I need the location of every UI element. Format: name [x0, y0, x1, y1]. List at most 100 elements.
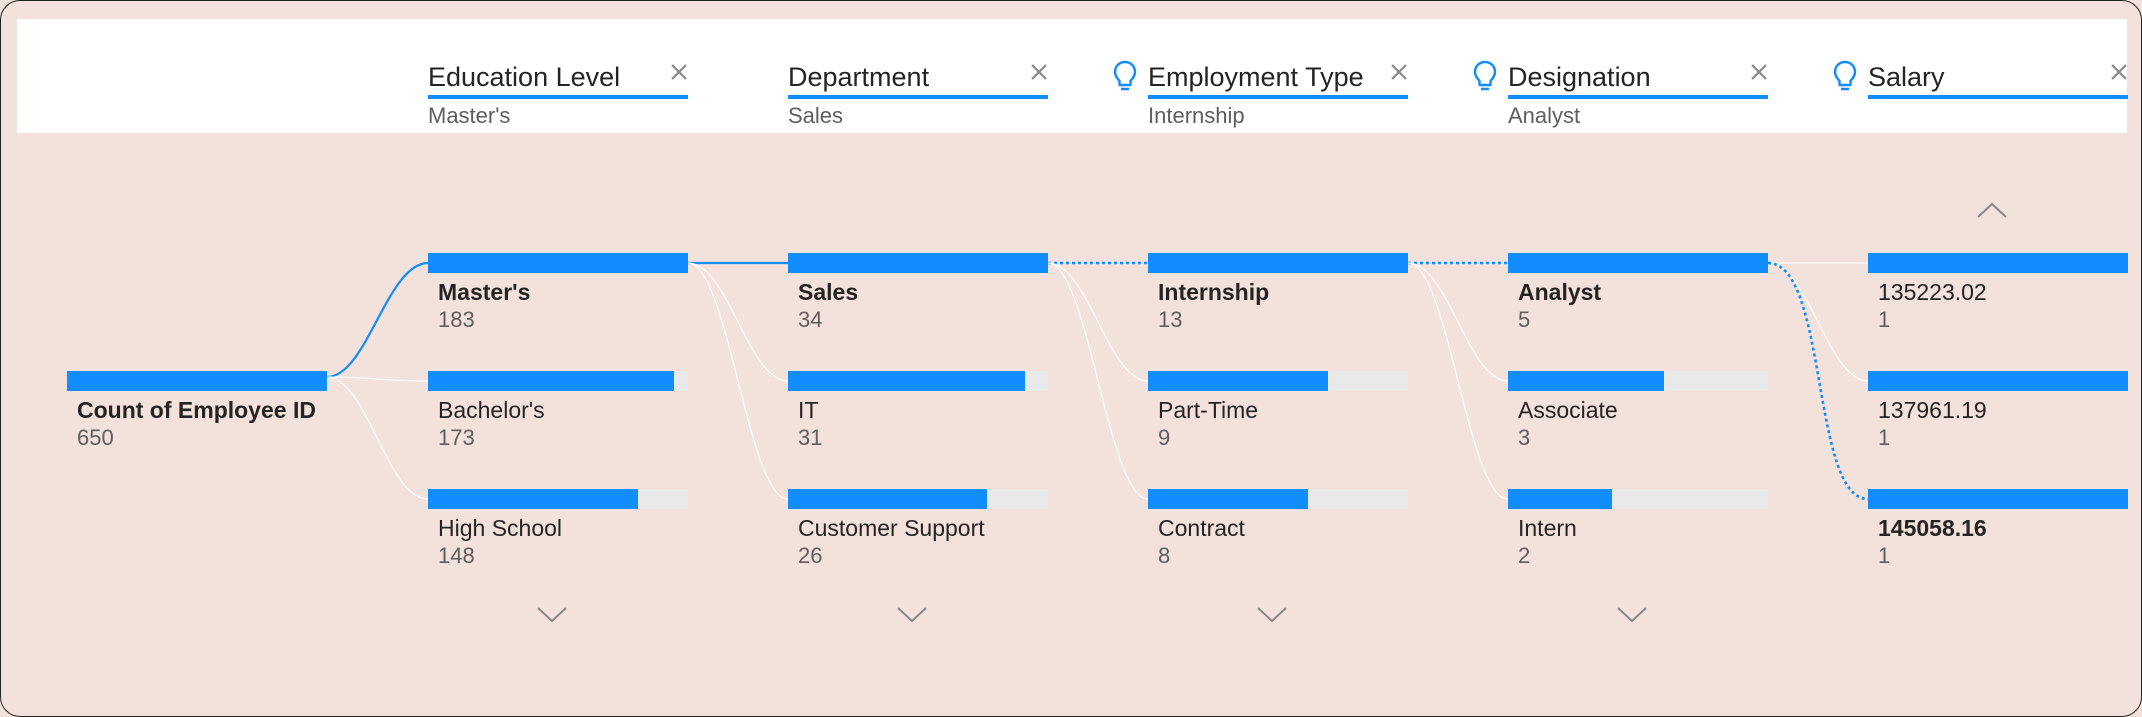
- bar-track: [1148, 253, 1408, 273]
- node-label: Bachelor's: [438, 397, 545, 423]
- node-value: 5: [1518, 307, 1531, 332]
- tree-node-department[interactable]: IT 31: [788, 371, 1048, 450]
- bar-track: [67, 371, 327, 391]
- connector-active: [326, 261, 429, 379]
- node-label: 137961.19: [1878, 397, 1987, 423]
- scroll-up-salary-button[interactable]: [1975, 199, 2009, 221]
- bar-track: [428, 253, 688, 273]
- node-value: 1: [1878, 425, 1891, 450]
- bar-fill: [788, 371, 1026, 391]
- chevron-down-icon: [897, 607, 927, 623]
- node-label: Analyst: [1518, 279, 1602, 305]
- bar-fill: [1508, 253, 1768, 273]
- node-value: 173: [438, 425, 475, 450]
- node-value: 9: [1158, 425, 1171, 450]
- bar-fill: [1508, 371, 1664, 391]
- node-label: High School: [438, 515, 563, 541]
- chevron-up-icon: [1977, 202, 2007, 218]
- bar-track: [788, 253, 1048, 273]
- bar-track: [1148, 489, 1408, 509]
- node-label: Master's: [438, 279, 531, 305]
- node-label: 145058.16: [1878, 515, 1987, 541]
- bar-track: [1868, 371, 2128, 391]
- bar-fill: [1148, 253, 1408, 273]
- scroll-down-education-button[interactable]: [535, 604, 569, 626]
- bar-fill: [1148, 489, 1308, 509]
- bar-track: [788, 371, 1048, 391]
- node-value: 26: [798, 543, 823, 568]
- connector-active: [1767, 261, 1869, 501]
- decomposition-tree-visual: Education Level Master's Department Sale…: [0, 0, 2142, 717]
- node-value: 148: [438, 543, 475, 568]
- scroll-down-employment-type-button[interactable]: [1255, 604, 1289, 626]
- tree-node-employment-type[interactable]: Part-Time 9: [1148, 371, 1408, 450]
- bar-fill: [1508, 489, 1612, 509]
- tree-node-department[interactable]: Customer Support 26: [788, 489, 1048, 568]
- node-label: 135223.02: [1878, 279, 1987, 305]
- tree-node-salary[interactable]: 135223.02 1: [1868, 253, 2128, 332]
- bar-track: [788, 489, 1048, 509]
- bar-fill: [67, 371, 327, 391]
- tree-node-designation[interactable]: Intern 2: [1508, 489, 1768, 568]
- scroll-down-designation-button[interactable]: [1615, 604, 1649, 626]
- node-value: 1: [1878, 543, 1891, 568]
- bar-fill: [428, 253, 688, 273]
- tree-node-department[interactable]: Sales 34: [788, 253, 1048, 332]
- bar-fill: [428, 489, 639, 509]
- tree-node-employment-type[interactable]: Internship 13: [1148, 253, 1408, 332]
- bar-fill: [428, 371, 674, 391]
- tree-node-employment-type[interactable]: Contract 8: [1148, 489, 1408, 568]
- scroll-down-department-button[interactable]: [895, 604, 929, 626]
- node-label: Internship: [1158, 279, 1270, 305]
- node-value: 1: [1878, 307, 1891, 332]
- node-value: 650: [77, 425, 114, 450]
- bar-fill: [788, 253, 1048, 273]
- node-value: 31: [798, 425, 823, 450]
- bar-track: [428, 489, 688, 509]
- node-label: Count of Employee ID: [77, 397, 316, 423]
- tree-node-salary[interactable]: 145058.16 1: [1868, 489, 2128, 568]
- node-value: 183: [438, 307, 475, 332]
- connector: [687, 262, 789, 382]
- bar-track: [1868, 253, 2128, 273]
- tree-node-designation[interactable]: Analyst 5: [1508, 253, 1768, 332]
- node-value: 2: [1518, 543, 1531, 568]
- connector: [1047, 262, 1149, 500]
- bar-track: [1508, 489, 1768, 509]
- connector: [1767, 262, 1869, 382]
- bar-track: [428, 371, 688, 391]
- node-label: Intern: [1518, 515, 1577, 541]
- connector: [1047, 262, 1149, 382]
- connector: [326, 376, 429, 500]
- bar-fill: [788, 489, 987, 509]
- bar-fill: [1148, 371, 1328, 391]
- bar-track: [1508, 371, 1768, 391]
- tree-node-designation[interactable]: Associate 3: [1508, 371, 1768, 450]
- node-value: 8: [1158, 543, 1171, 568]
- node-value: 13: [1158, 307, 1183, 332]
- bar-track: [1148, 371, 1408, 391]
- bar-fill: [1868, 253, 2128, 273]
- tree-node-education[interactable]: Bachelor's 173: [428, 371, 688, 450]
- tree-node-salary[interactable]: 137961.19 1: [1868, 371, 2128, 450]
- tree-connectors: [326, 261, 1869, 501]
- connector: [1407, 262, 1509, 500]
- node-value: 3: [1518, 425, 1531, 450]
- node-label: Sales: [798, 279, 859, 305]
- node-label: Customer Support: [798, 515, 985, 541]
- bar-track: [1508, 253, 1768, 273]
- tree-node-education[interactable]: Master's 183: [428, 253, 688, 332]
- tree-node-education[interactable]: High School 148: [428, 489, 688, 568]
- node-value: 34: [798, 307, 823, 332]
- chevron-down-icon: [1617, 607, 1647, 623]
- chevron-down-icon: [537, 607, 567, 623]
- bar-fill: [1868, 371, 2128, 391]
- bar-track: [1868, 489, 2128, 509]
- chevron-down-icon: [1257, 607, 1287, 623]
- bar-fill: [1868, 489, 2128, 509]
- node-label: Associate: [1518, 397, 1618, 423]
- connector: [326, 376, 429, 382]
- node-label: Part-Time: [1158, 397, 1259, 423]
- root-node[interactable]: Count of Employee ID 650: [67, 371, 327, 450]
- node-label: Contract: [1158, 515, 1245, 541]
